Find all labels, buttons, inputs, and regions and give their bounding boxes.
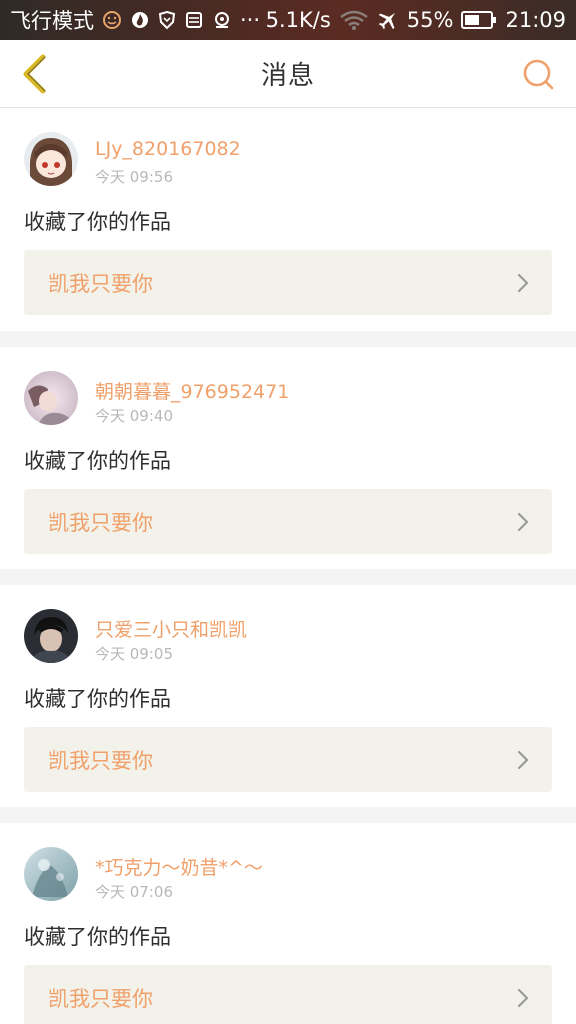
timestamp: 今天 09:56 <box>95 168 173 186</box>
search-icon <box>523 59 554 90</box>
status-left: 飞行模式 ··· <box>10 5 260 35</box>
message-card: *巧克力～奶昔*^～ 今天 07:06 收藏了你的作品 凯我只要你 <box>0 823 576 1024</box>
emoji-icon <box>102 10 122 30</box>
action-text: 收藏了你的作品 <box>24 210 171 234</box>
battery-percent: 55% <box>406 8 454 32</box>
work-title: 凯我只要你 <box>48 986 153 1011</box>
flame-icon <box>130 10 150 30</box>
avatar[interactable] <box>24 609 78 663</box>
airplane-icon <box>377 9 399 31</box>
clock: 21:09 <box>505 8 566 32</box>
avatar[interactable] <box>24 847 78 901</box>
work-link[interactable]: 凯我只要你 <box>24 489 552 554</box>
shield-icon <box>158 10 176 30</box>
search-button[interactable] <box>518 54 558 94</box>
back-arrow-icon <box>23 54 46 94</box>
action-text: 收藏了你的作品 <box>24 925 171 949</box>
message-card: 只爱三小只和凯凯 今天 09:05 收藏了你的作品 凯我只要你 <box>0 585 576 807</box>
message-card: LJy_820167082 今天 09:56 收藏了你的作品 凯我只要你 <box>0 108 576 331</box>
username[interactable]: *巧克力～奶昔*^～ <box>95 853 263 880</box>
timestamp: 今天 09:40 <box>95 407 173 425</box>
action-text: 收藏了你的作品 <box>24 687 171 711</box>
message-list: LJy_820167082 今天 09:56 收藏了你的作品 凯我只要你 朝朝暮… <box>0 108 576 1024</box>
location-icon <box>212 10 232 30</box>
back-button[interactable] <box>14 52 54 96</box>
app-header: 消息 <box>0 40 576 108</box>
more-indicator: ··· <box>240 8 261 32</box>
avatar[interactable] <box>24 371 78 425</box>
work-title: 凯我只要你 <box>48 748 153 773</box>
username[interactable]: 只爱三小只和凯凯 <box>95 615 247 642</box>
avatar[interactable] <box>24 132 78 186</box>
status-bar: 飞行模式 ··· 5.1K/s 55% 21:09 <box>0 0 576 40</box>
storage-icon <box>184 10 204 30</box>
action-text: 收藏了你的作品 <box>24 449 171 473</box>
work-title: 凯我只要你 <box>48 271 153 296</box>
work-link[interactable]: 凯我只要你 <box>24 727 552 792</box>
chevron-right-icon <box>517 988 529 1008</box>
work-link[interactable]: 凯我只要你 <box>24 965 552 1024</box>
page-title: 消息 <box>260 61 315 91</box>
airplane-mode-label: 飞行模式 <box>10 9 94 33</box>
work-link[interactable]: 凯我只要你 <box>24 250 552 315</box>
battery-icon <box>461 10 497 30</box>
chevron-right-icon <box>517 273 529 293</box>
chevron-right-icon <box>517 750 529 770</box>
wifi-icon <box>339 9 369 31</box>
timestamp: 今天 07:06 <box>95 883 173 901</box>
status-right: 5.1K/s 55% 21:09 <box>266 8 566 32</box>
timestamp: 今天 09:05 <box>95 645 173 663</box>
network-speed: 5.1K/s <box>265 8 331 32</box>
message-card: 朝朝暮暮_976952471 今天 09:40 收藏了你的作品 凯我只要你 <box>0 347 576 569</box>
username[interactable]: 朝朝暮暮_976952471 <box>95 377 289 404</box>
work-title: 凯我只要你 <box>48 510 153 535</box>
username[interactable]: LJy_820167082 <box>95 138 241 160</box>
chevron-right-icon <box>517 512 529 532</box>
